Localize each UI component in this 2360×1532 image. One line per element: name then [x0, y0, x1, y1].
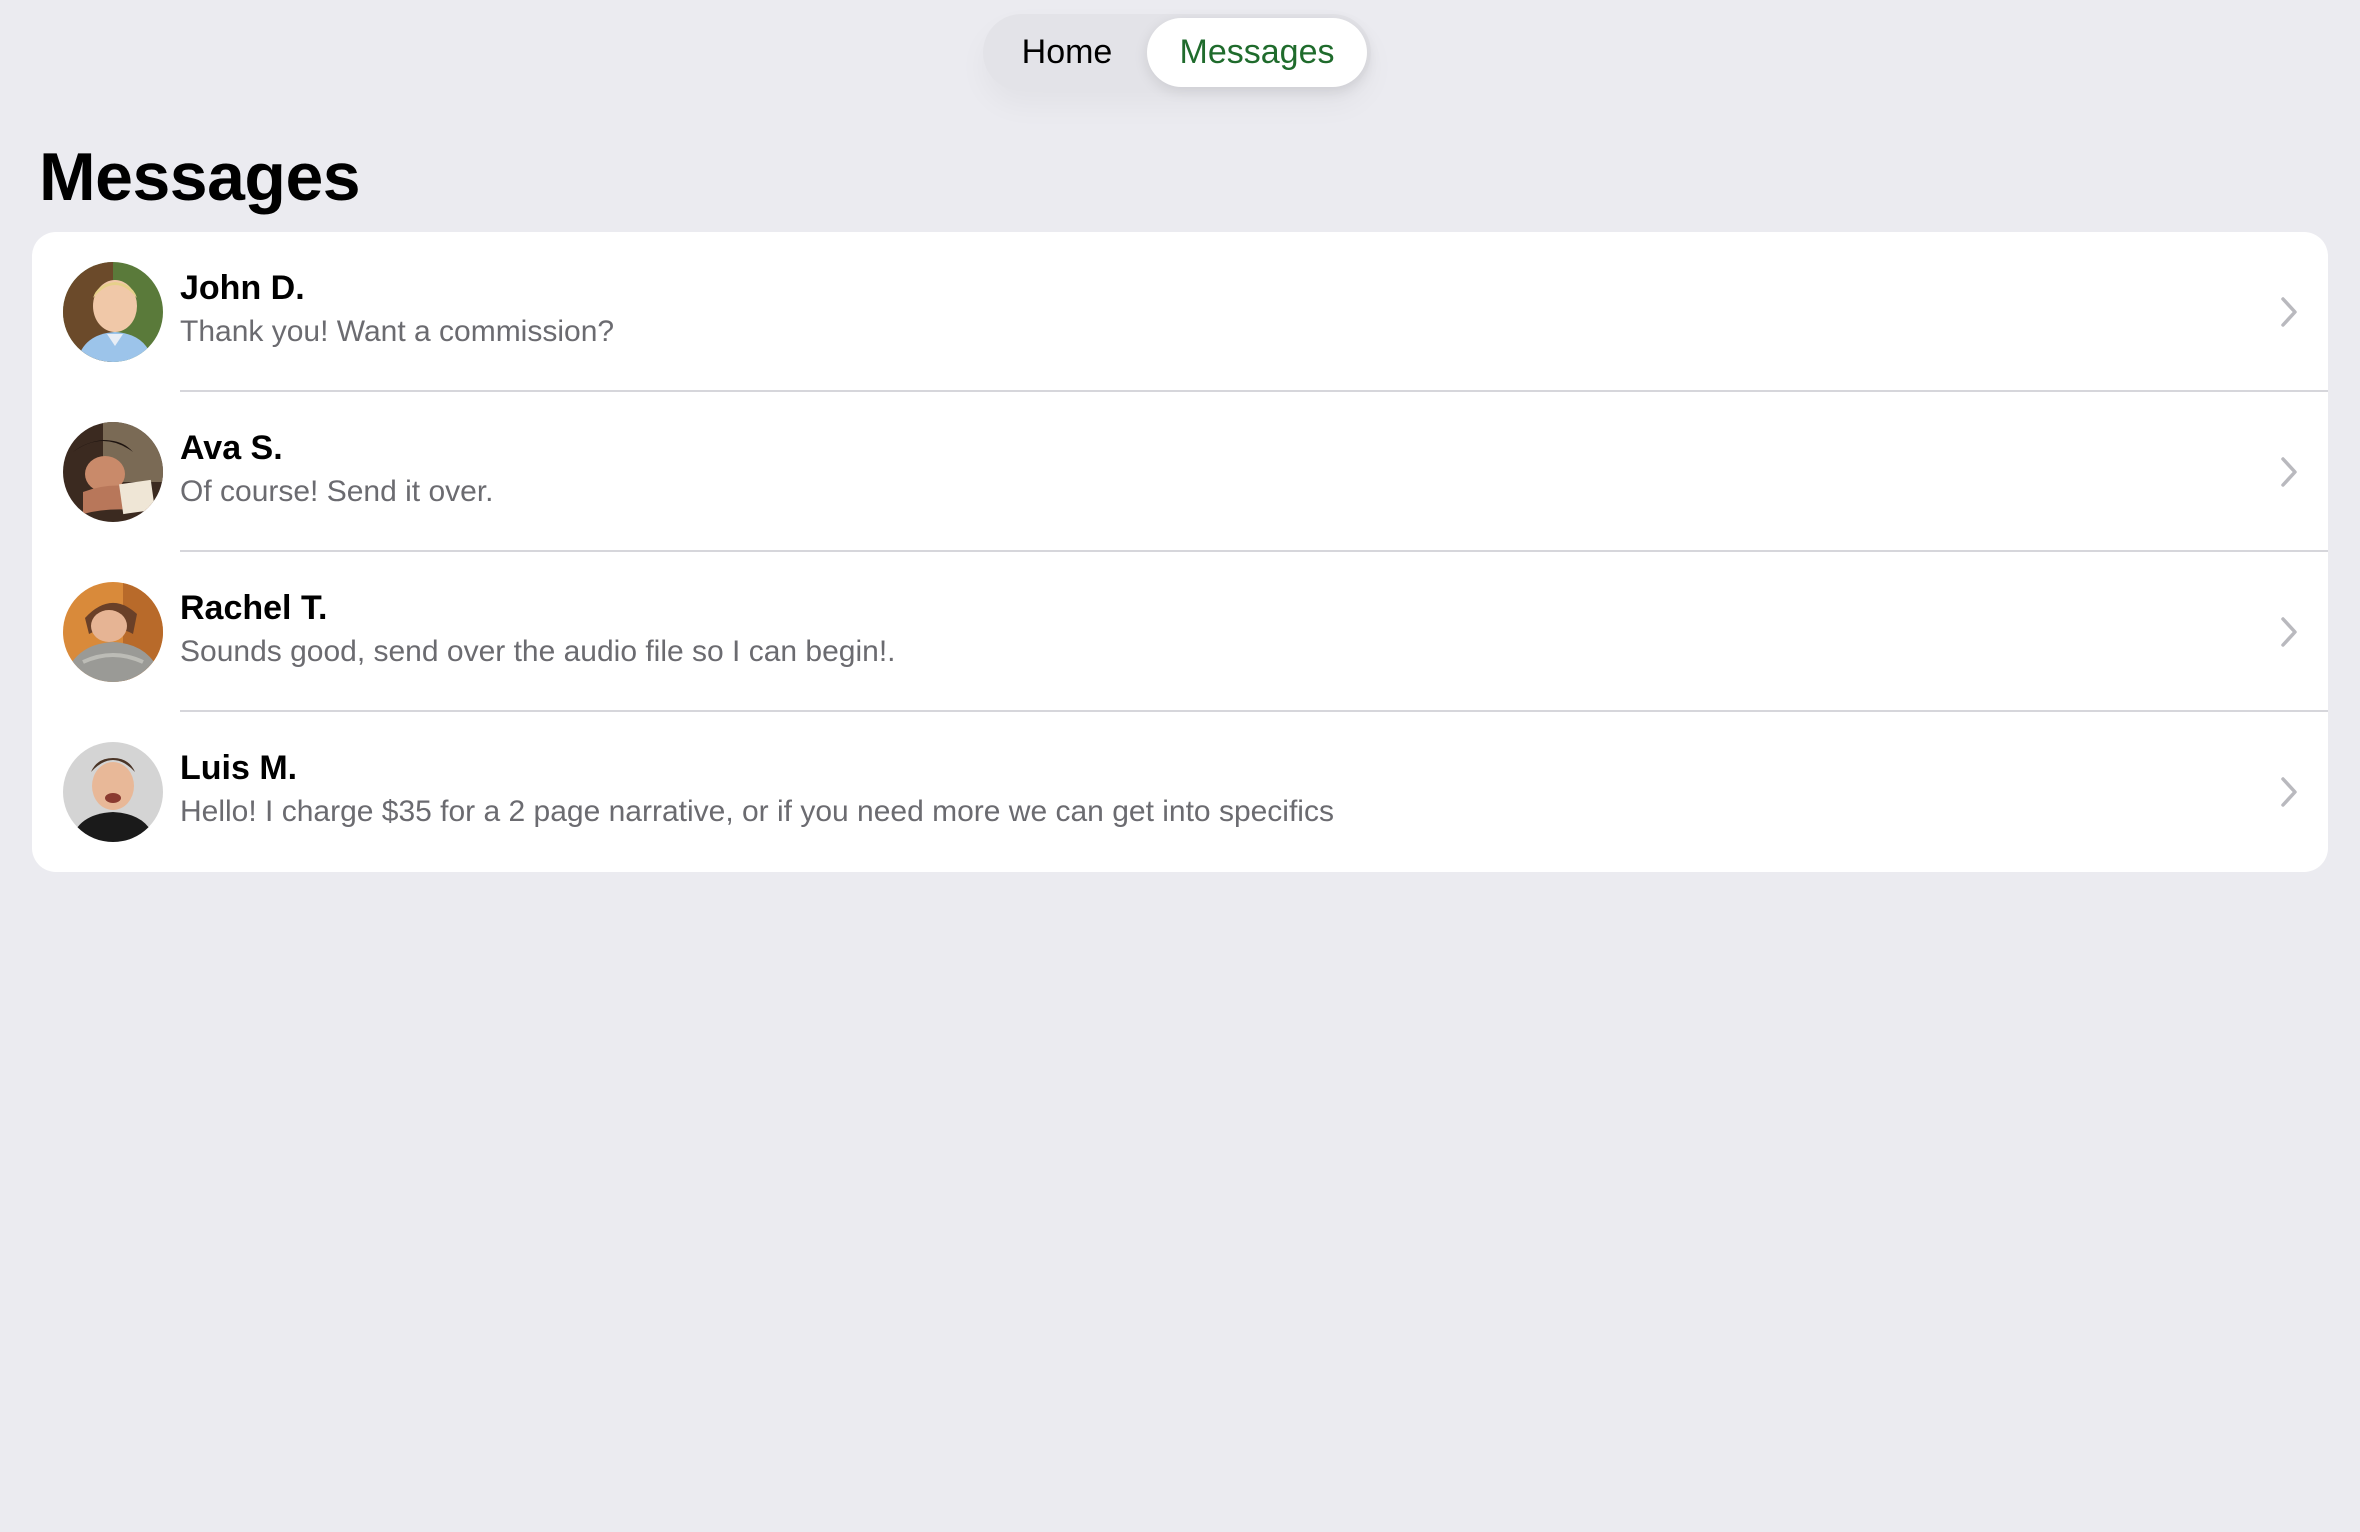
segmented-control: Home Messages	[983, 14, 1371, 91]
conversation-row-luis[interactable]: Luis M. Hello! I charge $35 for a 2 page…	[32, 712, 2328, 872]
chevron-right-icon	[2278, 454, 2300, 490]
tab-messages[interactable]: Messages	[1147, 18, 1367, 87]
avatar	[63, 422, 163, 522]
message-preview: Sounds good, send over the audio file so…	[180, 635, 896, 668]
message-preview: Of course! Send it over.	[180, 475, 494, 508]
tab-home[interactable]: Home	[987, 18, 1147, 87]
chevron-right-icon	[2278, 614, 2300, 650]
contact-name: Ava S.	[180, 429, 283, 467]
avatar	[63, 742, 163, 842]
conversation-list: John D. Thank you! Want a commission? Av…	[32, 232, 2328, 872]
contact-name: John D.	[180, 269, 305, 307]
avatar-photo	[63, 742, 163, 842]
message-preview: Thank you! Want a commission?	[180, 315, 615, 348]
contact-name: Rachel T.	[180, 589, 328, 627]
conversation-row-ava[interactable]: Ava S. Of course! Send it over.	[32, 392, 2328, 552]
avatar-photo	[63, 582, 163, 682]
avatar	[63, 262, 163, 362]
message-preview: Hello! I charge $35 for a 2 page narrati…	[180, 795, 1334, 828]
avatar-photo	[63, 262, 163, 362]
contact-name: Luis M.	[180, 749, 298, 787]
avatar-photo	[63, 422, 163, 522]
chevron-right-icon	[2278, 294, 2300, 330]
page-title: Messages	[39, 139, 361, 215]
conversation-row-rachel[interactable]: Rachel T. Sounds good, send over the aud…	[32, 552, 2328, 712]
conversation-row-john[interactable]: John D. Thank you! Want a commission?	[32, 232, 2328, 392]
chevron-right-icon	[2278, 774, 2300, 810]
avatar	[63, 582, 163, 682]
